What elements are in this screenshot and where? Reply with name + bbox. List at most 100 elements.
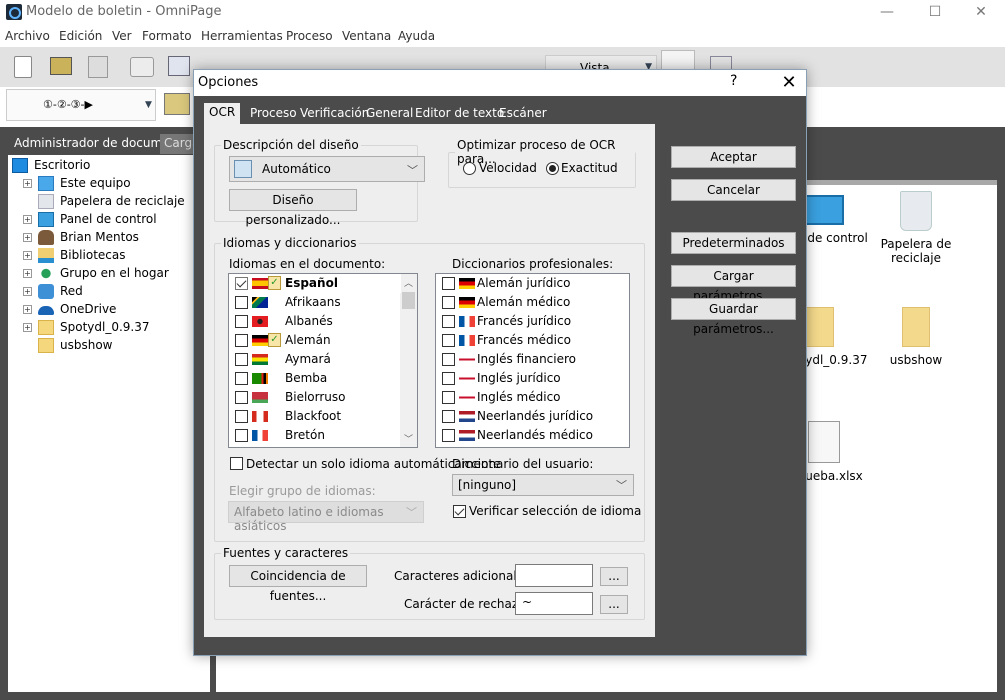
cancel-button[interactable]: Cancelar <box>671 179 796 201</box>
reject-char-browse-button[interactable]: ... <box>600 595 628 614</box>
menu-ventana[interactable]: Ventana <box>342 29 391 43</box>
pro-dict-item[interactable]: Francés médico <box>436 331 629 350</box>
language-item[interactable]: ✓ Alemán <box>229 331 401 350</box>
tab-escaner[interactable]: Escáner <box>494 104 552 124</box>
expand-icon[interactable]: + <box>23 305 32 314</box>
language-item[interactable]: Bielorruso <box>229 388 401 407</box>
tab-proceso[interactable]: Proceso <box>245 104 302 124</box>
tab-ocr[interactable]: OCR <box>204 103 241 125</box>
accept-button[interactable]: Aceptar <box>671 146 796 168</box>
pro-dict-checkbox[interactable] <box>442 410 455 423</box>
language-item[interactable]: Bretón <box>229 426 401 445</box>
expand-icon[interactable]: + <box>23 215 32 224</box>
pro-dict-item[interactable]: Alemán jurídico <box>436 274 629 293</box>
language-item[interactable]: Albanés <box>229 312 401 331</box>
load-folder-icon[interactable] <box>164 93 190 115</box>
scrollbar-thumb[interactable] <box>402 292 415 309</box>
expand-icon[interactable]: + <box>23 179 32 188</box>
expand-icon[interactable]: + <box>23 269 32 278</box>
menu-herramientas[interactable]: Herramientas <box>201 29 283 43</box>
menu-archivo[interactable]: Archivo <box>5 29 50 43</box>
language-item[interactable]: Blackfoot <box>229 407 401 426</box>
scroll-up-icon[interactable]: ︿ <box>404 276 413 289</box>
save-icon[interactable] <box>88 56 108 78</box>
custom-layout-button[interactable]: Diseño personalizado... <box>229 189 357 227</box>
language-item[interactable]: Bemba <box>229 369 401 388</box>
pro-dict-checkbox[interactable] <box>442 391 455 404</box>
defaults-button[interactable]: Predeterminados <box>671 232 796 254</box>
pro-dict-checkbox[interactable] <box>442 429 455 442</box>
pro-dict-checkbox[interactable] <box>442 315 455 328</box>
radio-velocidad[interactable] <box>463 162 476 175</box>
languages-listbox[interactable]: ︿ ﹀ ✓ Español Afrikaans Albanés ✓ Alemán Aymar… <box>228 273 418 448</box>
language-checkbox[interactable] <box>235 372 248 385</box>
print-icon[interactable] <box>130 57 154 77</box>
pro-dict-item[interactable]: Neerlandés médico <box>436 426 629 445</box>
pro-dicts-listbox[interactable]: Alemán jurídico Alemán médico Francés jurí… <box>435 273 630 448</box>
auto-detect-checkbox[interactable] <box>230 457 243 470</box>
tree-container: Escritorio + Este equipo Papelera de rec… <box>8 155 210 355</box>
expand-icon[interactable]: + <box>23 251 32 260</box>
verify-language-checkbox[interactable] <box>453 505 466 518</box>
pro-dict-checkbox[interactable] <box>442 277 455 290</box>
pro-dict-item[interactable]: Inglés jurídico <box>436 369 629 388</box>
pro-dict-checkbox[interactable] <box>442 334 455 347</box>
expand-icon[interactable]: + <box>23 287 32 296</box>
languages-scrollbar[interactable]: ︿ ﹀ <box>400 274 417 447</box>
title-bar: Modelo de boletin - OmniPage — ☐ ✕ <box>0 0 1005 25</box>
scroll-down-icon[interactable]: ﹀ <box>404 432 413 445</box>
pro-dict-item[interactable]: Francés jurídico <box>436 312 629 331</box>
language-group-combo[interactable]: Alfabeto latino e idiomas asiáticos ﹀ <box>228 501 424 533</box>
maximize-button[interactable]: ☐ <box>912 0 958 25</box>
spellcheck-icon[interactable] <box>168 56 190 76</box>
menu-ver[interactable]: Ver <box>112 29 132 43</box>
recycle-bin-icon <box>38 194 54 209</box>
language-checkbox[interactable] <box>235 391 248 404</box>
minimize-button[interactable]: — <box>864 0 910 25</box>
dialog-close-button[interactable]: ✕ <box>774 70 804 96</box>
layout-combo[interactable]: Automático ﹀ <box>229 156 425 182</box>
extra-chars-input[interactable] <box>515 564 593 587</box>
extra-chars-browse-button[interactable]: ... <box>600 567 628 586</box>
reject-char-input[interactable]: ~ <box>515 592 593 615</box>
pro-dict-checkbox[interactable] <box>442 372 455 385</box>
workflow-selector[interactable]: ①-②-③-▶ ▼ <box>6 89 156 121</box>
menu-proceso[interactable]: Proceso <box>286 29 333 43</box>
pro-dict-item[interactable]: Inglés médico <box>436 388 629 407</box>
font-matching-button[interactable]: Coincidencia de fuentes... <box>229 565 367 603</box>
pro-dict-item[interactable]: Alemán médico <box>436 293 629 312</box>
open-icon[interactable] <box>50 57 72 75</box>
chevron-down-icon[interactable]: ▼ <box>145 100 152 110</box>
language-checkbox[interactable] <box>235 410 248 423</box>
menu-edicion[interactable]: Edición <box>59 29 102 43</box>
desktop-item-papelera[interactable]: Papelera de reciclaje <box>876 191 956 265</box>
language-checkbox[interactable] <box>235 315 248 328</box>
expand-icon[interactable]: + <box>23 323 32 332</box>
desktop-item-usbshow[interactable]: usbshow <box>876 307 956 367</box>
menu-formato[interactable]: Formato <box>142 29 192 43</box>
save-params-button[interactable]: Guardar parámetros... <box>671 298 796 336</box>
language-item[interactable]: Afrikaans <box>229 293 401 312</box>
help-button[interactable]: ? <box>730 73 737 89</box>
new-document-icon[interactable] <box>14 56 32 78</box>
language-checkbox[interactable] <box>235 277 248 290</box>
radio-exactitud[interactable] <box>546 162 559 175</box>
user-dict-combo[interactable]: [ninguno] ﹀ <box>452 474 634 496</box>
menu-ayuda[interactable]: Ayuda <box>398 29 435 43</box>
pro-dict-checkbox[interactable] <box>442 296 455 309</box>
language-item[interactable]: Aymará <box>229 350 401 369</box>
close-button[interactable]: ✕ <box>958 0 1004 25</box>
language-checkbox[interactable] <box>235 353 248 366</box>
language-checkbox[interactable] <box>235 334 248 347</box>
language-checkbox[interactable] <box>235 429 248 442</box>
language-item[interactable]: ✓ Español <box>229 274 401 293</box>
pro-dict-checkbox[interactable] <box>442 353 455 366</box>
pro-dict-item[interactable]: Inglés financiero <box>436 350 629 369</box>
language-checkbox[interactable] <box>235 296 248 309</box>
load-params-button[interactable]: Cargar parámetros... <box>671 265 796 303</box>
pro-dicts-label: Diccionarios profesionales: <box>452 257 614 271</box>
network-icon <box>38 284 54 299</box>
tree-label: Escritorio <box>34 158 91 172</box>
expand-icon[interactable]: + <box>23 233 32 242</box>
pro-dict-item[interactable]: Neerlandés jurídico <box>436 407 629 426</box>
